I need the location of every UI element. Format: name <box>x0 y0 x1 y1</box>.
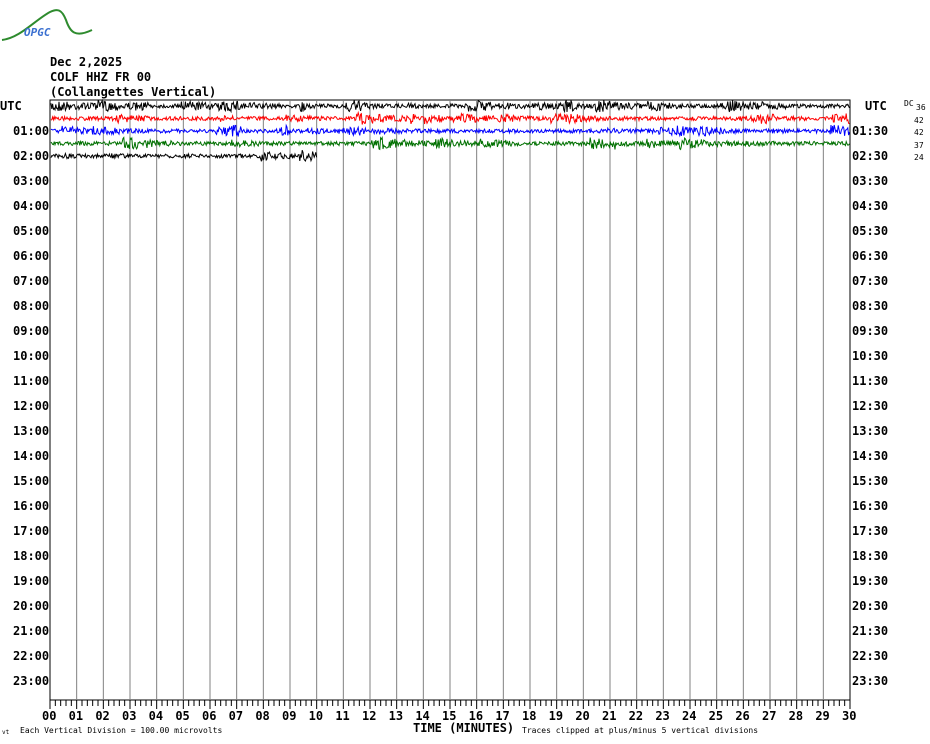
left-hour-label: 08:00 <box>13 299 50 313</box>
clip-note: Traces clipped at plus/minus 5 vertical … <box>522 726 759 735</box>
right-hour-label: 18:30 <box>852 549 889 563</box>
helicorder-plot <box>1 9 851 709</box>
right-hour-label: 08:30 <box>852 299 889 313</box>
x-tick-label: 27 <box>762 709 777 723</box>
right-hour-label: 15:30 <box>852 474 889 488</box>
left-hour-label: 11:00 <box>13 374 50 388</box>
x-tick-label: 21 <box>602 709 617 723</box>
station: COLF HHZ FR 00 <box>50 70 152 84</box>
x-tick-label: 28 <box>788 709 804 723</box>
left-utc-title: UTC <box>0 99 22 113</box>
right-hour-label: 13:30 <box>852 424 889 438</box>
left-hour-label: 15:00 <box>13 474 50 488</box>
x-tick-label: 18 <box>522 709 537 723</box>
x-tick-label: 03 <box>122 709 137 723</box>
right-utc-title: UTC <box>865 99 887 113</box>
x-tick-label: 05 <box>175 709 190 723</box>
dc-value: 37 <box>914 140 924 150</box>
right-hour-label: 06:30 <box>852 249 889 263</box>
right-hour-label: 17:30 <box>852 524 889 538</box>
dc-value: 24 <box>914 153 924 162</box>
left-hour-label: 16:00 <box>13 499 50 513</box>
left-hour-label: 04:00 <box>13 199 50 213</box>
right-hour-label: 02:30 <box>852 149 889 163</box>
dc-label: DC <box>904 99 914 108</box>
left-hour-label: 03:00 <box>13 174 50 188</box>
right-hour-label: 20:30 <box>852 599 889 613</box>
x-tick-label: 29 <box>815 709 830 723</box>
dc-value: 42 <box>914 115 924 125</box>
x-tick-label: 07 <box>228 709 244 723</box>
left-hour-label: 17:00 <box>13 524 50 538</box>
right-hour-label: 23:30 <box>852 674 889 688</box>
date: Dec 2,2025 <box>50 55 123 69</box>
x-tick-label: 10 <box>308 709 324 723</box>
x-tick-label: 09 <box>282 709 297 723</box>
left-hour-label: 12:00 <box>13 399 50 413</box>
x-tick-label: 13 <box>388 709 404 723</box>
left-hour-label: 19:00 <box>13 574 50 588</box>
right-hour-label: 09:30 <box>852 324 889 338</box>
left-hour-label: 01:00 <box>13 124 50 138</box>
left-hour-label: 07:00 <box>13 274 50 288</box>
scale-note: Each Vertical Division = 100.00 microvol… <box>20 726 223 735</box>
left-hour-label: 10:00 <box>13 349 50 363</box>
left-hour-label: 18:00 <box>13 549 50 563</box>
left-hour-label: 06:00 <box>13 249 50 263</box>
right-hour-label: 01:30 <box>852 124 889 138</box>
x-tick-label: 24 <box>682 709 697 723</box>
x-tick-label: 04 <box>148 709 164 723</box>
x-tick-label: 19 <box>548 709 564 723</box>
x-tick-label: 23 <box>655 709 670 723</box>
x-tick-label: 01 <box>68 709 84 723</box>
x-tick-label: 22 <box>628 709 644 723</box>
x-tick-label: 26 <box>735 709 750 723</box>
right-hour-label: 11:30 <box>852 374 889 388</box>
logo-text: OPGC <box>24 26 51 39</box>
right-hour-label: 10:30 <box>852 349 889 363</box>
x-tick-label: 11 <box>335 709 350 723</box>
corner-mark: vt <box>2 729 10 736</box>
left-hour-label: 13:00 <box>13 424 50 438</box>
left-hour-label: 02:00 <box>13 149 50 163</box>
right-hour-label: 03:30 <box>852 174 889 188</box>
x-tick-label: 08 <box>255 709 270 723</box>
right-hour-label: 07:30 <box>852 274 889 288</box>
left-hour-label: 05:00 <box>13 224 50 238</box>
right-hour-label: 21:30 <box>852 624 889 638</box>
left-hour-label: 22:00 <box>13 649 50 663</box>
dc-value: 36 <box>916 103 926 112</box>
right-hour-label: 19:30 <box>852 574 889 588</box>
description: (Collangettes Vertical) <box>50 85 217 99</box>
x-tick-label: 25 <box>708 709 724 723</box>
x-tick-label: 02 <box>95 709 110 723</box>
right-hour-label: 12:30 <box>852 399 889 413</box>
right-hour-label: 05:30 <box>852 224 889 238</box>
left-hour-label: 20:00 <box>13 599 50 613</box>
right-hour-label: 22:30 <box>852 649 889 663</box>
left-hour-label: 21:00 <box>13 624 50 638</box>
x-tick-label: 20 <box>575 709 590 723</box>
left-hour-label: 23:00 <box>13 674 50 688</box>
x-tick-label: 00 <box>42 709 57 723</box>
x-axis-title: TIME (MINUTES) <box>413 721 515 735</box>
x-tick-label: 06 <box>202 709 217 723</box>
left-hour-label: 09:00 <box>13 324 50 338</box>
x-tick-label: 12 <box>362 709 377 723</box>
right-hour-label: 14:30 <box>852 449 889 463</box>
dc-value: 42 <box>914 128 924 137</box>
right-hour-label: 04:30 <box>852 199 889 213</box>
right-hour-label: 16:30 <box>852 499 889 513</box>
left-hour-label: 14:00 <box>13 449 50 463</box>
x-tick-label: 30 <box>842 709 857 723</box>
